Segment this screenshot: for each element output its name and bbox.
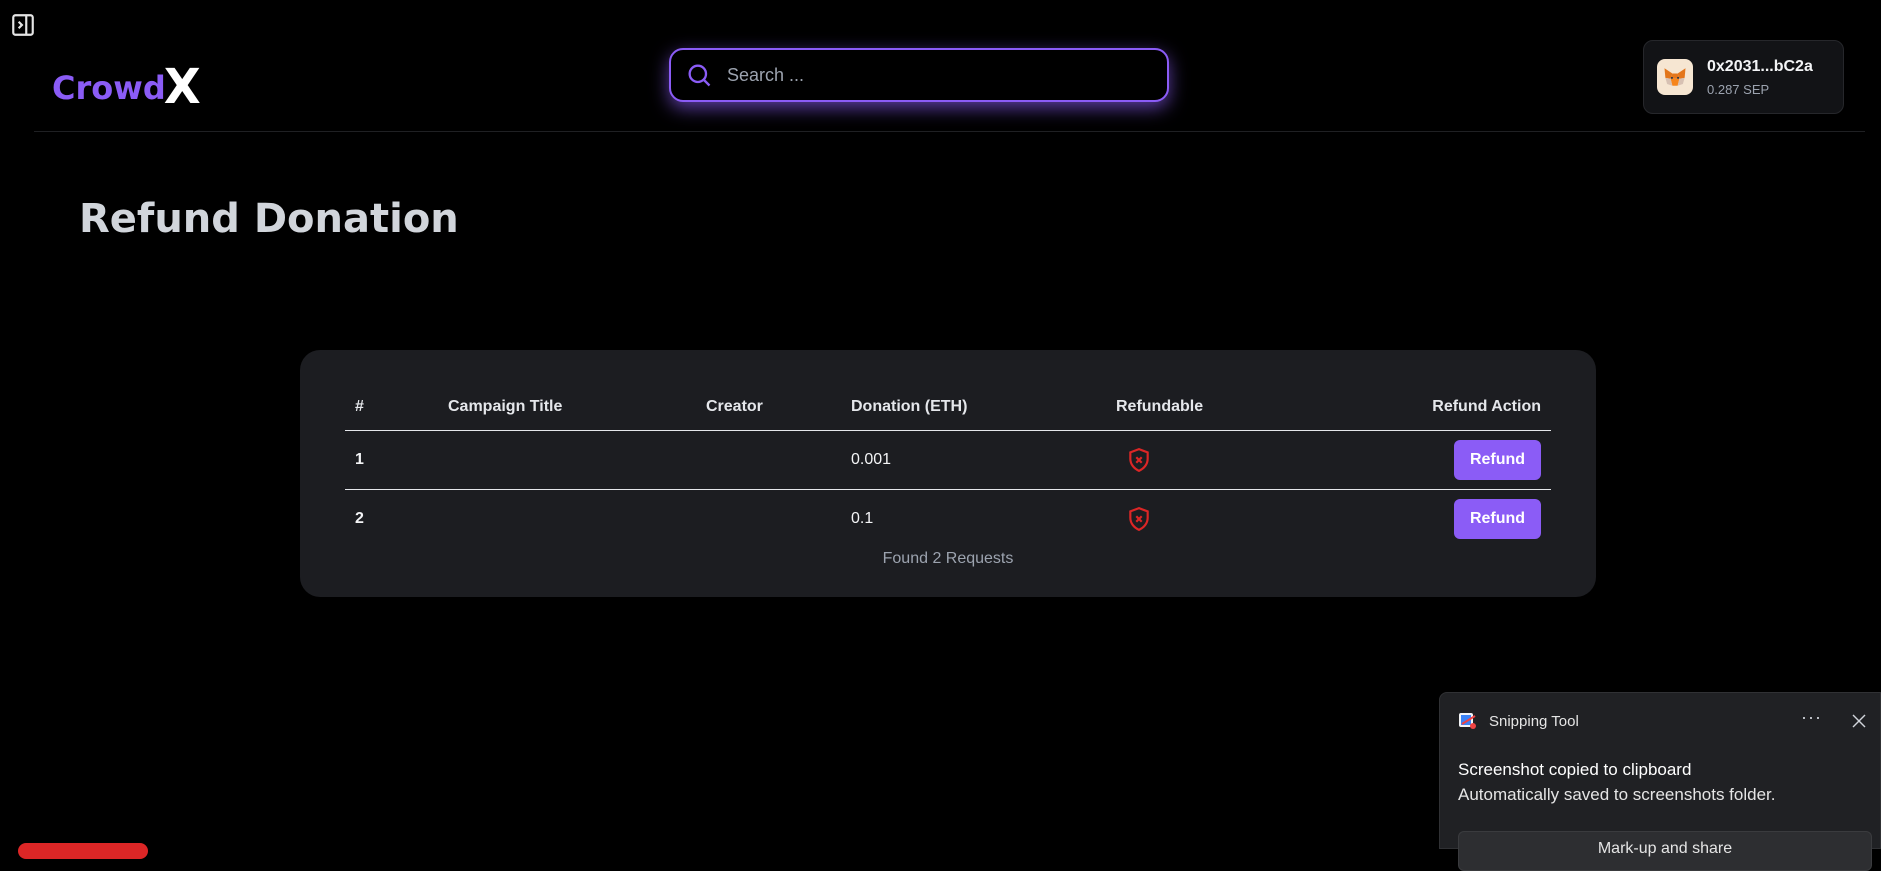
refund-action-cell: Refund	[1276, 430, 1551, 490]
creator-cell	[696, 430, 841, 490]
toast-title: Screenshot copied to clipboard	[1458, 760, 1692, 779]
shield-x-icon	[1129, 507, 1149, 532]
search-input[interactable]	[725, 54, 1167, 96]
row-number: 1	[345, 430, 438, 490]
page-title: Refund Donation	[79, 196, 459, 242]
wallet-address: 0x2031...bC2a	[1707, 57, 1813, 75]
column-header-refund-action: Refund Action	[1276, 384, 1551, 431]
refund-requests-table: # Campaign Title Creator Donation (ETH) …	[345, 384, 1551, 548]
shield-x-icon	[1129, 448, 1149, 473]
brand-name-part1: Crowd	[52, 69, 166, 107]
wallet-button[interactable]: 0x2031...bC2a 0.287 SEP	[1643, 40, 1844, 114]
brand-logo[interactable]: CrowdX	[52, 55, 201, 115]
column-header-campaign-title: Campaign Title	[438, 384, 696, 431]
creator-cell	[696, 490, 841, 549]
refund-button[interactable]: Refund	[1454, 499, 1541, 539]
metamask-fox-icon	[1657, 59, 1693, 95]
campaign-title-cell	[438, 490, 696, 549]
brand-name-part2: X	[163, 59, 201, 115]
refundable-cell	[1106, 490, 1276, 549]
close-icon[interactable]	[1851, 713, 1867, 729]
refund-button[interactable]: Refund	[1454, 440, 1541, 480]
table-row: 2 0.1 Refund	[345, 490, 1551, 549]
red-status-pill[interactable]	[18, 843, 148, 859]
mark-up-and-share-button[interactable]: Mark-up and share	[1458, 831, 1872, 871]
column-header-creator: Creator	[696, 384, 841, 431]
donation-cell: 0.1	[851, 510, 874, 527]
toast-body: Automatically saved to screenshots folde…	[1458, 785, 1776, 804]
more-options-icon[interactable]: ···	[1801, 707, 1822, 728]
column-header-number: #	[345, 384, 438, 431]
table-header-row: # Campaign Title Creator Donation (ETH) …	[345, 384, 1551, 431]
search-bar[interactable]	[669, 48, 1169, 102]
header-divider	[34, 131, 1865, 132]
refundable-cell	[1106, 430, 1276, 490]
column-header-donation: Donation (ETH)	[841, 384, 1106, 431]
snipping-tool-app-icon	[1459, 713, 1476, 729]
snipping-tool-notification[interactable]: Snipping Tool ··· Screenshot copied to c…	[1439, 692, 1881, 871]
wallet-balance: 0.287 SEP	[1707, 81, 1770, 97]
row-number: 2	[355, 510, 364, 527]
sidebar-toggle-icon[interactable]	[10, 12, 36, 38]
column-header-refundable: Refundable	[1106, 384, 1276, 431]
donation-cell: 0.001	[841, 430, 1106, 490]
refund-action-cell: Refund	[1276, 490, 1551, 549]
toast-app-name: Snipping Tool	[1489, 713, 1579, 730]
requests-count: Found 2 Requests	[882, 550, 1014, 567]
table-row: 1 0.001 Refund	[345, 430, 1551, 490]
search-icon	[688, 64, 711, 87]
refund-requests-card: # Campaign Title Creator Donation (ETH) …	[300, 350, 1596, 597]
campaign-title-cell	[438, 430, 696, 490]
